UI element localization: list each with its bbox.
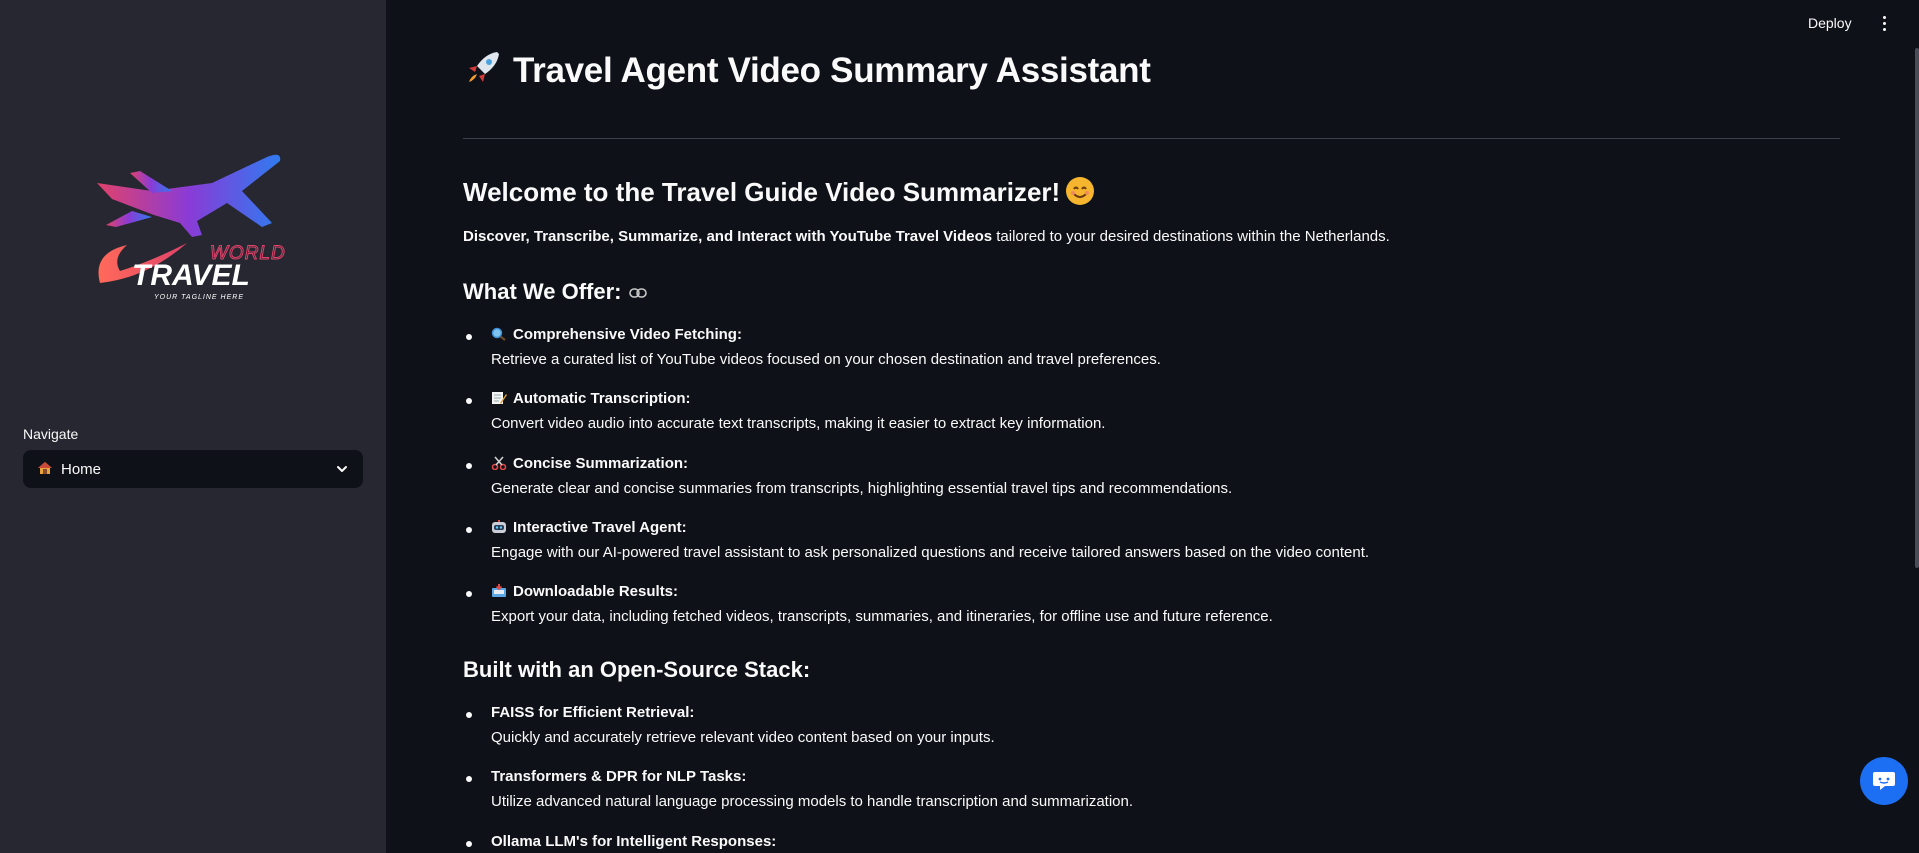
house-icon [37, 461, 53, 478]
world-travel-logo: WORLD TRAVEL YOUR TAGLINE HERE [97, 154, 285, 301]
stack-desc: Quickly and accurately retrieve relevant… [491, 729, 995, 746]
link-icon[interactable] [629, 287, 648, 299]
offer-desc: Engage with our AI-powered travel assist… [491, 544, 1370, 561]
main-menu-icon[interactable] [1876, 16, 1892, 34]
magnifier-icon [491, 327, 506, 341]
stack-desc: Utilize advanced natural language proces… [491, 793, 1134, 810]
bullet [466, 712, 472, 718]
chat-widget-button[interactable] [1860, 757, 1908, 805]
offer-heading: What We Offer: [463, 279, 648, 305]
bullet [466, 841, 472, 847]
chat-icon [1873, 772, 1895, 790]
offer-title: Interactive Travel Agent: [491, 519, 687, 536]
intro-bold-text: Discover, Transcribe, Summarize, and Int… [463, 228, 993, 245]
navigate-select[interactable]: Home [23, 450, 363, 488]
offer-title: Downloadable Results: [491, 583, 678, 600]
scrollbar[interactable] [1915, 48, 1919, 568]
bullet [466, 776, 472, 782]
bullet [466, 463, 472, 469]
offer-desc: Retrieve a curated list of YouTube video… [491, 351, 1161, 368]
deploy-button[interactable]: Deploy [1808, 15, 1852, 31]
stack-title: FAISS for Efficient Retrieval: [491, 704, 695, 721]
memo-icon [492, 392, 507, 404]
offer-title-text: Interactive Travel Agent: [513, 519, 687, 536]
page-title-text: Travel Agent Video Summary Assistant [513, 51, 1151, 90]
offer-heading-text: What We Offer: [463, 279, 622, 304]
logo-travel-text: TRAVEL [132, 259, 250, 292]
stack-title: Ollama LLM's for Intelligent Responses: [491, 833, 777, 850]
page-title: Travel Agent Video Summary Assistant [463, 48, 1151, 91]
offer-title-text: Concise Summarization: [513, 455, 689, 472]
offer-title: Comprehensive Video Fetching: [491, 326, 742, 343]
intro-paragraph: Discover, Transcribe, Summarize, and Int… [463, 228, 1390, 245]
scissors-icon [491, 456, 507, 470]
navigate-selected-value: Home [61, 460, 102, 478]
navigate-label: Navigate [23, 426, 79, 442]
bullet [466, 398, 472, 404]
offer-title-text: Automatic Transcription: [513, 390, 691, 407]
welcome-heading-text: Welcome to the Travel Guide Video Summar… [463, 177, 1061, 207]
rocket-icon [469, 52, 499, 82]
offer-desc: Export your data, including fetched vide… [491, 608, 1273, 625]
inbox-icon [492, 584, 506, 597]
offer-title-text: Downloadable Results: [513, 583, 679, 600]
robot-icon [492, 520, 506, 533]
intro-rest-text: tailored to your desired destinations wi… [992, 228, 1390, 245]
stack-title: Transformers & DPR for NLP Tasks: [491, 768, 747, 785]
stack-heading: Built with an Open-Source Stack: [463, 657, 811, 682]
sidebar: WORLD TRAVEL YOUR TAGLINE HERE Navigate … [0, 0, 386, 853]
offer-title: Automatic Transcription: [491, 390, 691, 407]
offer-title-text: Comprehensive Video Fetching: [513, 326, 742, 343]
bullet [466, 334, 472, 340]
offer-desc: Convert video audio into accurate text t… [491, 415, 1106, 432]
welcome-heading: Welcome to the Travel Guide Video Summar… [463, 177, 1095, 208]
bullet [466, 527, 472, 533]
svg-text:YOUR TAGLINE HERE: YOUR TAGLINE HERE [154, 294, 244, 301]
bullet [466, 591, 472, 597]
chevron-down-icon [337, 466, 347, 472]
offer-title: Concise Summarization: [491, 455, 688, 472]
divider [463, 138, 1840, 139]
smiling-face-icon [1066, 177, 1095, 205]
offer-desc: Generate clear and concise summaries fro… [491, 480, 1233, 497]
